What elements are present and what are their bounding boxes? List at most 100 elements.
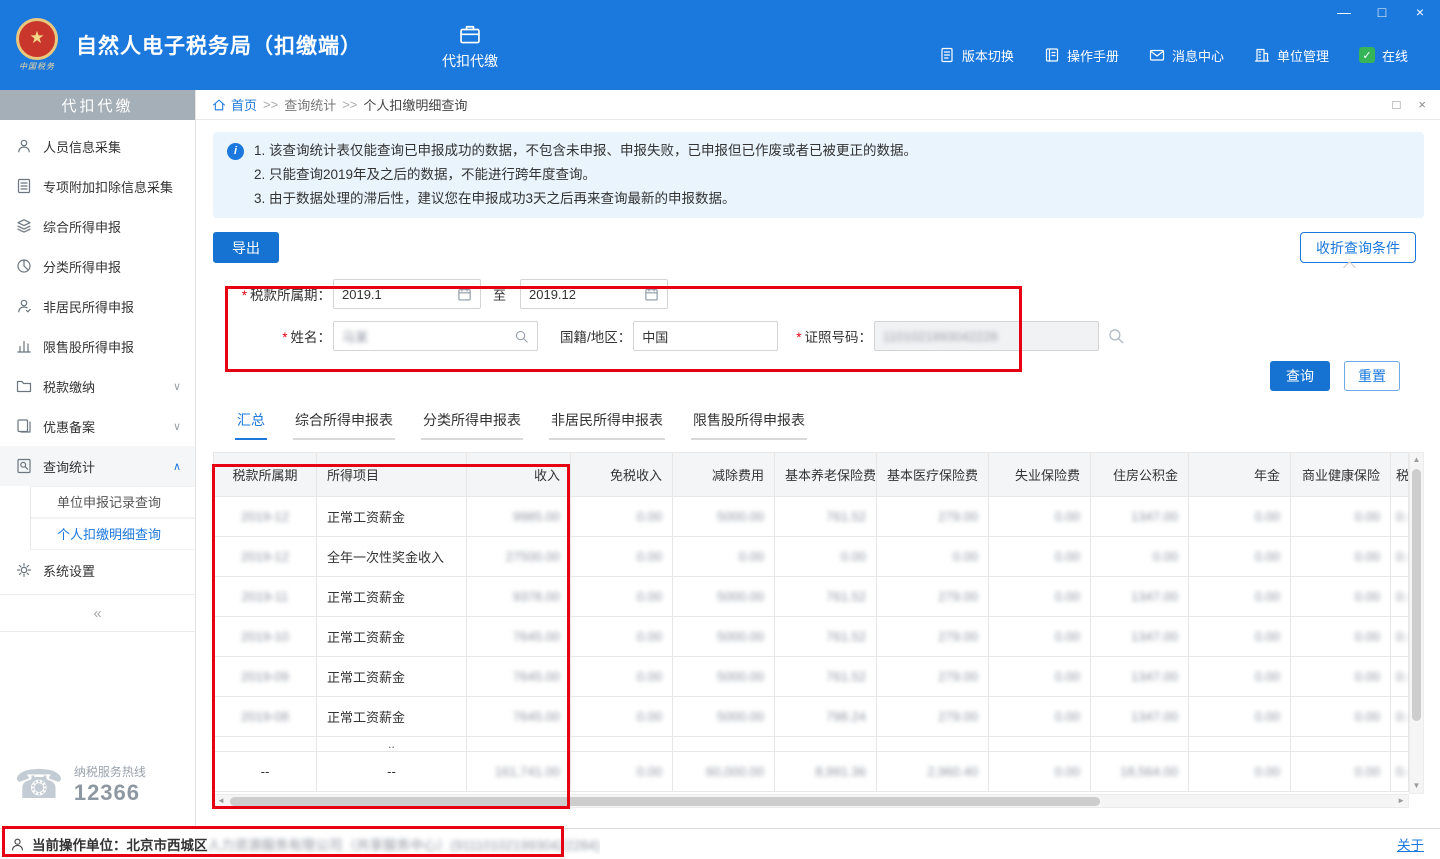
export-button[interactable]: 导出	[213, 232, 279, 263]
cell: 0.00	[1091, 537, 1189, 577]
period-start-input[interactable]: 2019.1	[333, 279, 481, 309]
cell	[775, 737, 877, 752]
cell: 8,991.36	[775, 752, 877, 792]
sidebar-item-personnel-info[interactable]: 人员信息采集	[0, 126, 195, 166]
table-row[interactable]: 2019-08正常工资薪金7645.000.005000.00798.24279…	[214, 697, 1409, 737]
cell: 0.00	[1291, 697, 1391, 737]
name-input[interactable]: 马某	[333, 321, 538, 351]
vertical-scrollbar[interactable]: ▲ ▼	[1409, 452, 1424, 794]
module-tab-label: 代扣代缴	[442, 51, 498, 71]
sidebar-item-nonresident-income[interactable]: 非居民所得申报	[0, 286, 195, 326]
sidebar-item-label: 优惠备案	[43, 417, 95, 436]
sidebar-collapse-button[interactable]: «	[0, 594, 195, 632]
cell: 2019-12	[214, 537, 317, 577]
tab-summary[interactable]: 汇总	[235, 403, 267, 440]
sidebar-item-query-statistics[interactable]: 查询统计∧	[0, 446, 195, 486]
period-end-input[interactable]: 2019.12	[520, 279, 668, 309]
cell: 0.00	[1391, 697, 1409, 737]
close-button[interactable]: ×	[1410, 3, 1430, 21]
table-row[interactable]: 2019-12正常工资薪金9985.000.005000.00761.52279…	[214, 497, 1409, 537]
table-row[interactable]: 2019-10正常工资薪金7645.000.005000.00761.52279…	[214, 617, 1409, 657]
cell: 2019-10	[214, 617, 317, 657]
id-input[interactable]: 1101021993042228	[874, 321, 1099, 351]
search-button[interactable]: 查询	[1270, 361, 1330, 391]
column-header: 住房公积金	[1091, 453, 1189, 497]
notice-box: i 1. 该查询统计表仅能查询已申报成功的数据，不包含未申报、申报失败，已申报但…	[213, 132, 1424, 218]
window-controls: — □ ×	[1334, 3, 1430, 21]
calendar-icon[interactable]	[457, 287, 472, 302]
sidebar-subitem-personal-withholding-detail[interactable]: 个人扣缴明细查询	[31, 518, 195, 550]
sidebar-item-restricted-shares[interactable]: 限售股所得申报	[0, 326, 195, 366]
sidebar-item-label: 综合所得申报	[43, 217, 121, 236]
sidebar-item-preferential-filing[interactable]: 优惠备案∨	[0, 406, 195, 446]
app-logo: 中国税务	[8, 18, 66, 72]
search-doc-icon	[16, 458, 32, 474]
topnav-label: 操作手册	[1067, 46, 1119, 65]
building-icon	[1254, 47, 1270, 63]
cell	[877, 737, 989, 752]
nationality-value: 中国	[642, 327, 769, 346]
table-row[interactable]: 2019-12全年一次性奖金收入27500.000.000.000.000.00…	[214, 537, 1409, 577]
tab-nonresident-income-form[interactable]: 非居民所得申报表	[549, 403, 665, 440]
tab-comprehensive-income-form[interactable]: 综合所得申报表	[293, 403, 395, 440]
about-link[interactable]: 关于	[1397, 834, 1424, 854]
topnav-manual[interactable]: 操作手册	[1044, 46, 1119, 65]
sidebar-item-tax-payment[interactable]: 税款缴纳∨	[0, 366, 195, 406]
main-panel: 首页 >> 查询统计 >> 个人扣缴明细查询 □ × i 1. 该查询统计表仅能…	[196, 90, 1440, 828]
cell: 761.52	[775, 617, 877, 657]
tab-classified-income-form[interactable]: 分类所得申报表	[421, 403, 523, 440]
horizontal-scrollbar[interactable]: ◄ ►	[213, 794, 1409, 808]
sidebar-item-classified-income[interactable]: 分类所得申报	[0, 246, 195, 286]
tab-restricted-shares-form[interactable]: 限售股所得申报表	[691, 403, 807, 440]
cell: 0.00	[571, 617, 673, 657]
sidebar-subitem-unit-declaration-records[interactable]: 单位申报记录查询	[31, 486, 195, 518]
topnav-org-management[interactable]: 单位管理	[1254, 46, 1329, 65]
topnav-label: 版本切换	[962, 46, 1014, 65]
cell: 5000.00	[673, 497, 775, 537]
panel-restore-icon[interactable]: □	[1393, 97, 1401, 112]
calendar-icon[interactable]	[644, 287, 659, 302]
minimize-button[interactable]: —	[1334, 3, 1354, 21]
vertical-scroll-thumb[interactable]	[1412, 469, 1421, 721]
briefcase-icon	[459, 24, 481, 46]
cell: 0.00	[571, 697, 673, 737]
topnav-online[interactable]: ✓在线	[1359, 46, 1408, 65]
search-icon[interactable]	[1107, 327, 1125, 345]
cell: 0.00	[571, 657, 673, 697]
restore-button[interactable]: □	[1372, 3, 1392, 21]
sidebar-item-system-settings[interactable]: 系统设置	[0, 550, 195, 590]
pie-icon	[16, 258, 32, 274]
table-row[interactable]: 2019-09正常工资薪金7645.000.005000.00761.52279…	[214, 657, 1409, 697]
cell: 0.00	[1391, 537, 1409, 577]
current-unit-text: 当前操作单位：北京市西城区人力资源服务有限公司（共享服务中心）(91110102…	[32, 834, 600, 854]
sidebar-item-comprehensive-income[interactable]: 综合所得申报	[0, 206, 195, 246]
sidebar-item-special-deduction[interactable]: 专项附加扣除信息采集	[0, 166, 195, 206]
chevron-down-icon: ∨	[173, 380, 181, 393]
cell: 0.00	[1189, 537, 1291, 577]
collapse-caret-icon	[1343, 261, 1356, 274]
breadcrumb-home[interactable]: 首页	[212, 95, 257, 114]
breadcrumb-separator: >>	[342, 97, 357, 112]
cell: 0.00	[1189, 497, 1291, 537]
scroll-up-icon[interactable]: ▲	[1410, 453, 1424, 467]
search-icon[interactable]	[514, 329, 529, 344]
column-header: 基本养老保险费	[775, 453, 877, 497]
column-header: 免税收入	[571, 453, 673, 497]
collapse-query-button[interactable]: 收折查询条件	[1300, 232, 1416, 263]
scroll-right-icon[interactable]: ►	[1394, 794, 1408, 808]
panel-close-icon[interactable]: ×	[1418, 97, 1426, 112]
table-total-row[interactable]: ----161,741.000.0060,000.008,991.362,960…	[214, 752, 1409, 792]
content-area: i 1. 该查询统计表仅能查询已申报成功的数据，不包含未申报、申报失败，已申报但…	[196, 120, 1440, 828]
scroll-left-icon[interactable]: ◄	[214, 794, 228, 808]
cell: 正常工资薪金	[317, 577, 467, 617]
table-row[interactable]: 2019-11正常工资薪金9378.000.005000.00761.52279…	[214, 577, 1409, 617]
sidebar-item-label: 系统设置	[43, 561, 95, 580]
horizontal-scroll-thumb[interactable]	[230, 797, 1100, 806]
topnav-message-center[interactable]: 消息中心	[1149, 46, 1224, 65]
cell: 5000.00	[673, 617, 775, 657]
topnav-version-switch[interactable]: 版本切换	[939, 46, 1014, 65]
scroll-down-icon[interactable]: ▼	[1410, 779, 1424, 793]
module-tab-withholding[interactable]: 代扣代缴	[442, 20, 498, 71]
reset-button[interactable]: 重置	[1344, 361, 1400, 391]
nationality-input[interactable]: 中国	[633, 321, 778, 351]
